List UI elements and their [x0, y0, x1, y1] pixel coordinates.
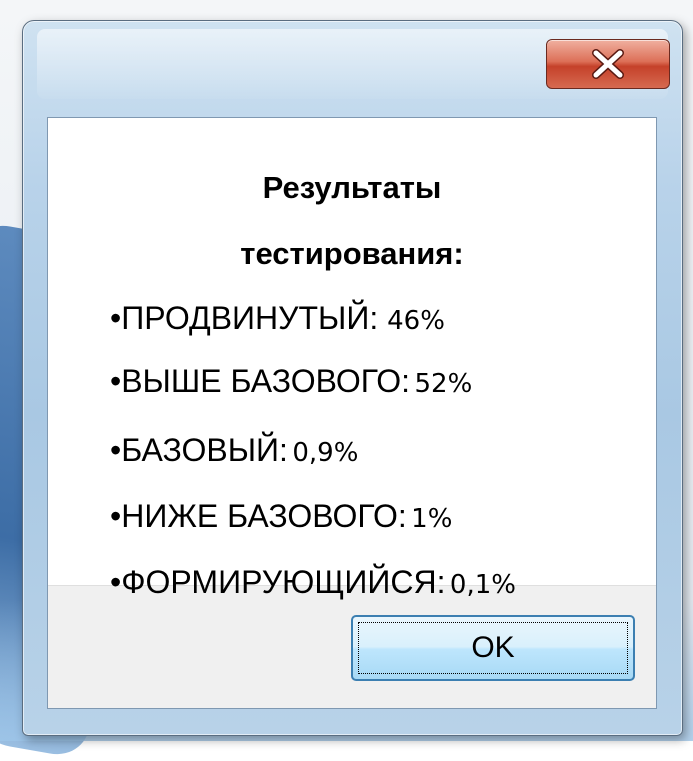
result-value: 1% [411, 504, 453, 534]
ok-button-label: OK [471, 631, 515, 664]
results-title-line-2: тестирования: [240, 236, 464, 271]
result-item-basic: •БАЗОВЫЙ: 0,9% [110, 432, 358, 469]
result-value: 0,9% [292, 438, 359, 468]
bullet: • [110, 564, 122, 600]
result-level: НИЖЕ БАЗОВОГО: [121, 498, 407, 534]
bullet: • [110, 363, 122, 399]
result-item-below-basic: •НИЖЕ БАЗОВОГО: 1% [110, 498, 452, 535]
result-item-forming: •ФОРМИРУЮЩИЙСЯ: 0,1% [110, 564, 516, 601]
results-dialog: Результаты тестирования: •ПРОДВИНУТЫЙ: 4… [22, 20, 683, 736]
ok-button[interactable]: OK [351, 615, 635, 681]
bullet: • [110, 432, 122, 468]
results-title-line-1: Результаты [262, 170, 442, 205]
result-item-above-basic: •ВЫШЕ БАЗОВОГО: 52% [110, 363, 472, 400]
bullet: • [110, 300, 122, 336]
result-level: ПРОДВИНУТЫЙ: [121, 300, 379, 336]
close-x-icon [592, 49, 624, 79]
result-value: 52% [414, 369, 473, 399]
result-value: 46% [387, 306, 445, 336]
result-value: 0,1% [449, 570, 516, 600]
result-item-advanced: •ПРОДВИНУТЫЙ: 46% [110, 300, 445, 337]
result-level: БАЗОВЫЙ: [121, 432, 288, 468]
result-level: ВЫШЕ БАЗОВОГО: [121, 363, 411, 399]
close-button[interactable] [546, 39, 670, 89]
bullet: • [110, 498, 122, 534]
result-level: ФОРМИРУЮЩИЙСЯ: [121, 564, 446, 600]
